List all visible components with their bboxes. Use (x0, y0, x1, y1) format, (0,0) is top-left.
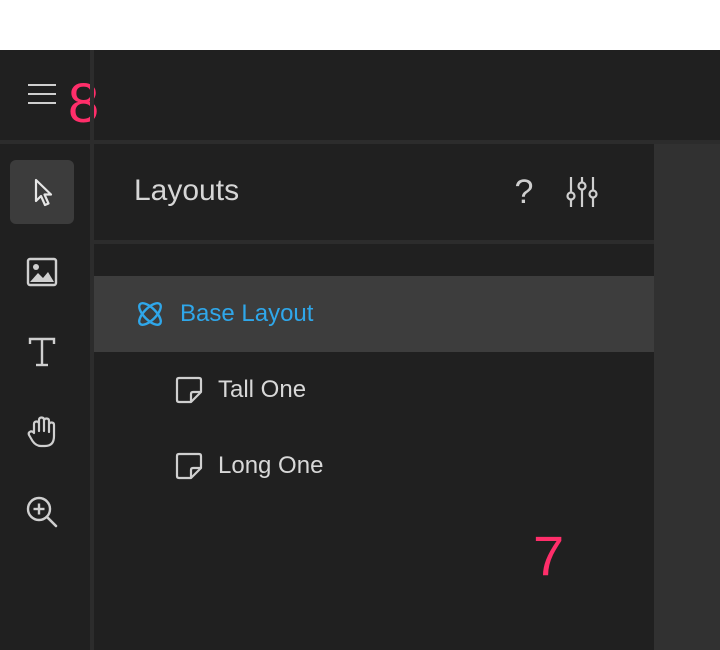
annotation-badge-top: 8 (68, 71, 100, 134)
page-icon (174, 375, 204, 405)
tool-text-button[interactable] (10, 320, 74, 384)
top-bar: 8 (0, 50, 720, 140)
panel-title: Layouts (134, 174, 240, 207)
hand-icon (27, 416, 56, 448)
tree-item-base-layout[interactable]: Base Layout (94, 276, 654, 352)
tree-item-label: Base Layout (180, 300, 314, 327)
layouts-panel-header: Layouts ? (94, 144, 654, 240)
image-icon (26, 257, 58, 287)
help-icon: ? (514, 172, 534, 211)
tool-zoom-button[interactable] (10, 480, 74, 544)
tool-image-button[interactable] (10, 240, 74, 304)
tool-select-button[interactable] (10, 160, 74, 224)
cursor-arrow-icon (34, 178, 53, 207)
text-icon (28, 337, 56, 367)
atom-icon (134, 298, 166, 330)
canvas-area[interactable] (654, 144, 720, 650)
zoom-in-icon (26, 496, 58, 528)
settings-button[interactable] (560, 170, 604, 214)
tree-item-long-one[interactable]: Long One (94, 428, 654, 504)
annotation-badge-bottom: 7 (533, 524, 565, 587)
tree-item-label: Long One (218, 452, 324, 479)
tool-sidebar (0, 144, 90, 650)
help-button[interactable]: ? (504, 170, 544, 214)
panel-header-divider (94, 240, 654, 244)
page-icon (174, 451, 204, 481)
tool-pan-button[interactable] (10, 400, 74, 464)
tree-item-label: Tall One (218, 376, 307, 403)
sliders-icon (566, 177, 598, 207)
app-window: 8 Layouts ? Base Layout Tall One Long On… (0, 50, 720, 650)
tree-item-tall-one[interactable]: Tall One (94, 352, 654, 428)
hamburger-icon (28, 84, 56, 104)
hamburger-menu-button[interactable] (22, 74, 62, 114)
layouts-panel: Layouts ? Base Layout Tall One Long One (94, 144, 654, 650)
